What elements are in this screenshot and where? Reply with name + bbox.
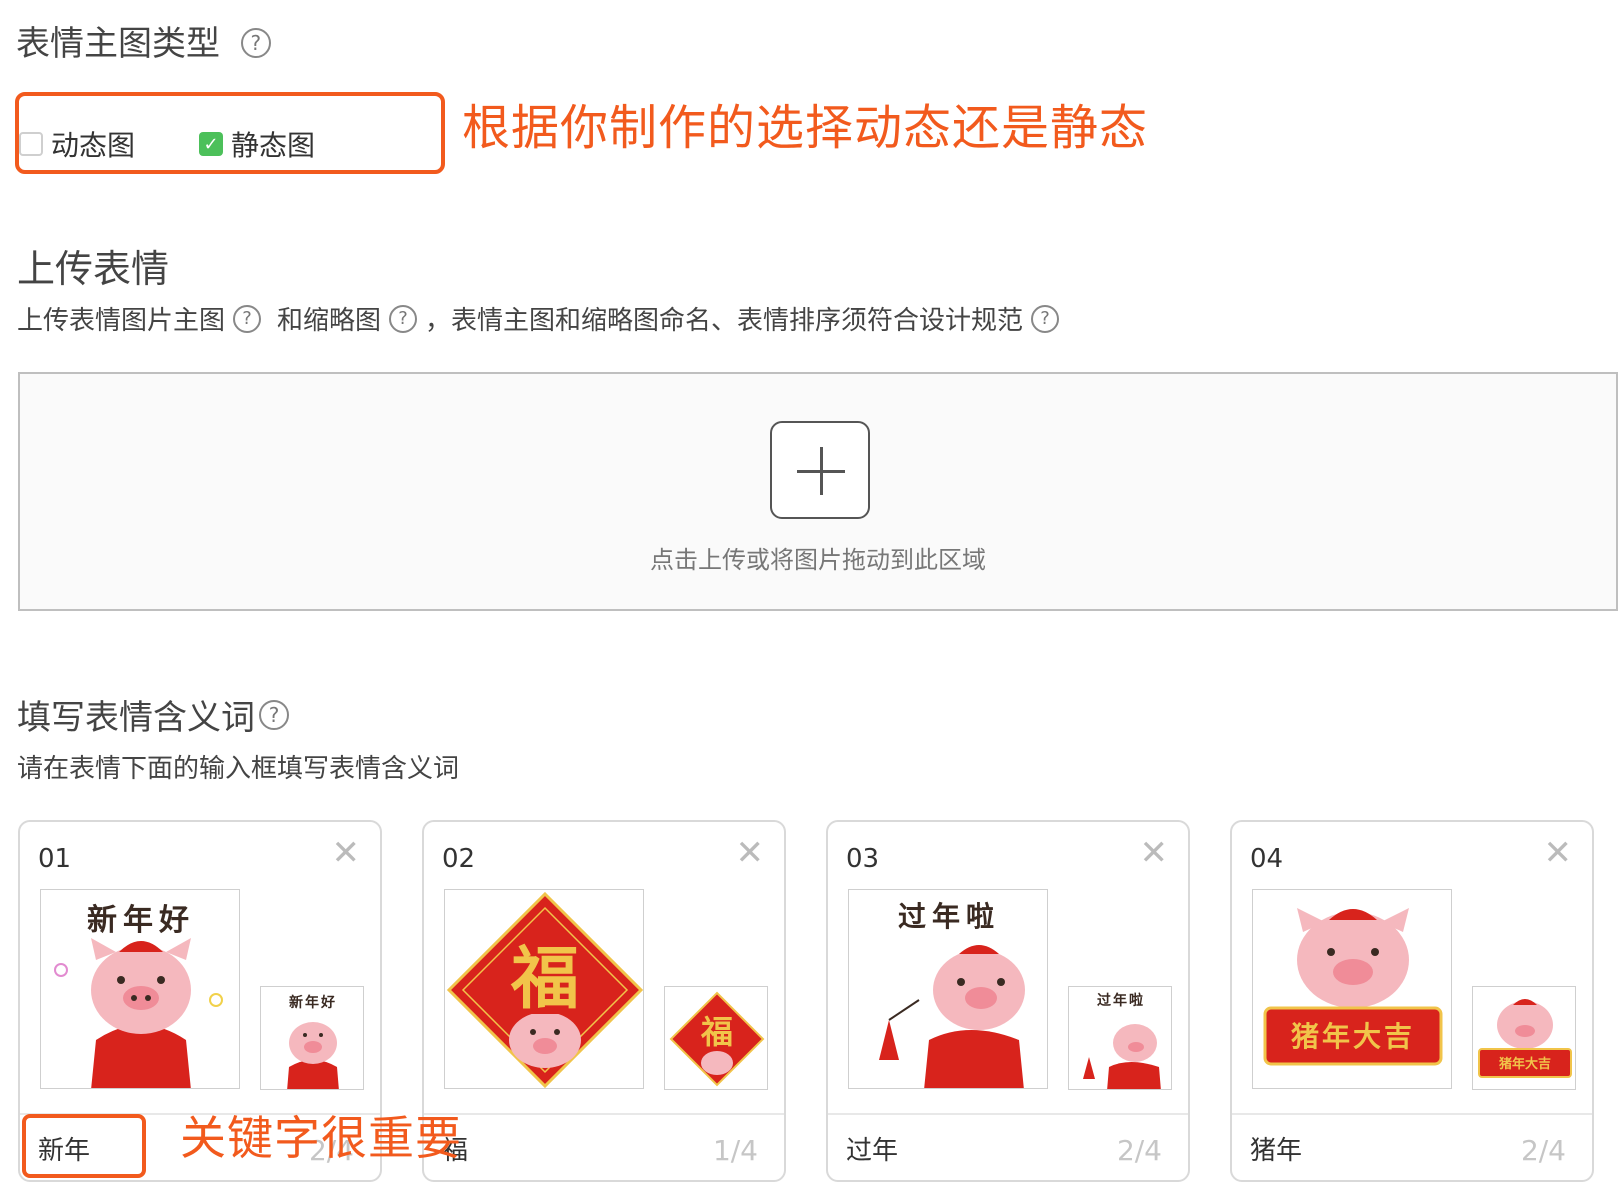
sticker-thumbnail[interactable]: 福 <box>664 986 768 1090</box>
sticker-caption: 福 <box>510 939 579 1019</box>
sticker-thumbnail[interactable]: 猪年大吉 <box>1472 986 1576 1090</box>
section-title-text: 表情主图类型 <box>16 24 220 64</box>
section-title-emoji-type: 表情主图类型 ? <box>16 22 271 66</box>
close-icon[interactable]: ✕ <box>736 836 765 870</box>
annotation-type-note: 根据你制作的选择动态还是静态 <box>462 100 1149 156</box>
checkbox-label: 静态图 <box>231 129 316 162</box>
help-icon[interactable]: ? <box>240 27 271 58</box>
close-icon[interactable]: ✕ <box>1140 836 1169 870</box>
sticker-caption: 福 <box>700 1013 733 1051</box>
sticker-main-image[interactable]: 福 <box>444 889 644 1089</box>
upload-desc-part3: ，表情主图和缩略图命名、表情排序须符合设计规范 <box>425 306 1024 336</box>
checkbox-checked-icon[interactable]: ✓ <box>199 132 223 156</box>
sticker-caption: 新年好 <box>87 903 195 938</box>
sticker-main-image[interactable]: 猪年大吉 <box>1252 889 1452 1089</box>
plus-icon[interactable] <box>770 421 870 519</box>
section-title-text: 填写表情含义词 <box>17 698 255 738</box>
upload-desc-part2: 和缩略图 <box>277 306 382 336</box>
card-number: 02 <box>442 844 476 874</box>
card-divider <box>424 1113 784 1115</box>
sticker-main-image[interactable]: 新年好 <box>40 889 240 1089</box>
checkbox-static[interactable]: ✓ 静态图 <box>199 124 315 164</box>
char-counter: 1/4 <box>712 1134 758 1167</box>
card-number: 03 <box>846 844 880 874</box>
meaning-word-input[interactable]: 猪年 <box>1250 1130 1302 1167</box>
card-number: 01 <box>38 844 72 874</box>
help-icon[interactable]: ? <box>233 304 262 333</box>
sticker-thumbnail[interactable]: 过年啦 <box>1068 986 1172 1090</box>
section-title-meaning: 填写表情含义词 ? <box>17 690 289 739</box>
card-number: 04 <box>1250 844 1284 874</box>
sticker-card: 03 ✕ 过年啦 过年啦 过年 2/4 <box>826 820 1190 1182</box>
upload-desc-part1: 上传表情图片主图 <box>17 306 226 336</box>
meaning-word-input[interactable]: 过年 <box>846 1130 898 1167</box>
char-counter: 2/4 <box>1116 1134 1162 1167</box>
help-icon[interactable]: ? <box>389 304 418 333</box>
upload-hint: 点击上传或将图片拖动到此区域 <box>650 546 986 574</box>
close-icon[interactable]: ✕ <box>1544 836 1573 870</box>
sticker-thumbnail[interactable]: 新年好 <box>260 986 364 1090</box>
sticker-card: 02 ✕ 福 福 福 1/4 <box>422 820 786 1182</box>
upload-description: 上传表情图片主图 ? 和缩略图 ? ，表情主图和缩略图命名、表情排序须符合设计规… <box>17 300 1060 337</box>
sticker-caption: 新年好 <box>289 994 337 1011</box>
upload-dropzone[interactable]: 点击上传或将图片拖动到此区域 <box>18 372 1618 611</box>
checkbox-label: 动态图 <box>51 129 136 162</box>
meaning-subtitle: 请在表情下面的输入框填写表情含义词 <box>17 754 460 784</box>
sticker-card: 04 ✕ 猪年大吉 猪年大吉 猪年 2/4 <box>1230 820 1594 1182</box>
sticker-caption: 猪年大吉 <box>1498 1056 1551 1072</box>
sticker-caption: 猪年大吉 <box>1291 1020 1415 1053</box>
annotation-keyword-note: 关键字很重要 <box>180 1111 462 1165</box>
card-divider <box>1232 1113 1592 1115</box>
sticker-caption: 过年啦 <box>898 900 1000 933</box>
section-title-upload: 上传表情 <box>17 247 170 291</box>
annotation-keyword-box <box>22 1114 146 1178</box>
sticker-caption: 过年啦 <box>1097 992 1145 1009</box>
sticker-main-image[interactable]: 过年啦 <box>848 889 1048 1089</box>
close-icon[interactable]: ✕ <box>332 836 361 870</box>
checkbox-unchecked-icon[interactable] <box>19 132 43 156</box>
help-icon[interactable]: ? <box>259 699 289 730</box>
help-icon[interactable]: ? <box>1031 304 1060 333</box>
annotation-highlight-box: 动态图 ✓ 静态图 <box>15 92 445 174</box>
card-divider <box>828 1113 1188 1115</box>
checkbox-dynamic[interactable]: 动态图 <box>19 124 135 164</box>
char-counter: 2/4 <box>1520 1134 1566 1167</box>
